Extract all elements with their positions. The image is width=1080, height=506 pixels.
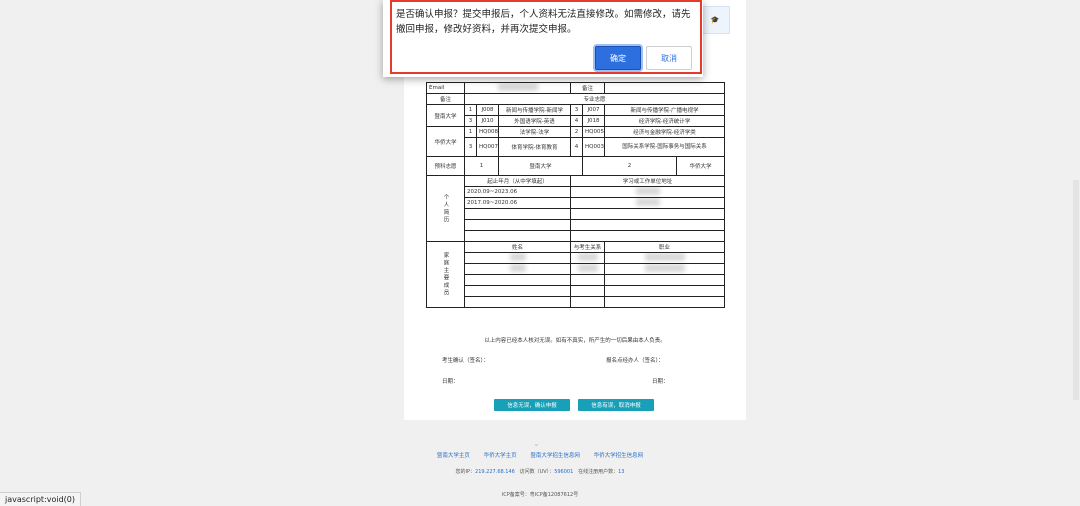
- family-job: [604, 263, 726, 275]
- date-label-right: 日期：: [652, 379, 669, 385]
- resume-address: [569, 197, 726, 209]
- highlight-box: [390, 0, 702, 74]
- resume-period: 2017.09~2020.06: [464, 197, 571, 209]
- withdraw-button[interactable]: 信息有误，取消申报: [578, 399, 654, 411]
- resume-address: [569, 186, 726, 198]
- family-name: [464, 263, 571, 275]
- footer-link[interactable]: 暨南大学主页: [437, 453, 470, 459]
- footer-link[interactable]: 华侨大学招生信息网: [594, 453, 644, 459]
- major-code: HQ003: [581, 137, 606, 157]
- family-col-name: 姓名: [464, 241, 571, 253]
- major-no: 3: [570, 104, 583, 116]
- application-form-table: Email 备注 备注 专业志愿 暨南大学 1 J008 新闻与传播学院-新闻学…: [426, 82, 726, 308]
- major-code: J007: [581, 104, 606, 116]
- footer-link[interactable]: 华侨大学主页: [484, 453, 517, 459]
- school-name: 暨南大学: [426, 104, 465, 127]
- major-code: J010: [476, 115, 499, 127]
- ip-label: 您的IP：: [455, 469, 476, 475]
- major-name: 新闻与传播学院-广播电视学: [604, 104, 726, 116]
- declaration-text: 以上内容已经本人核对无误。如有不真实，所产生的一切后果由本人负责。: [484, 338, 666, 344]
- remark-value: [604, 82, 726, 94]
- major-header: 专业志愿: [463, 93, 726, 105]
- footer-link[interactable]: 暨南大学招生信息网: [530, 453, 580, 459]
- major-code: HQ005: [581, 126, 606, 138]
- online-value: 13: [618, 469, 625, 475]
- online-label: 在线注册用户数：: [578, 469, 619, 475]
- preference-label: 预科志愿: [426, 156, 465, 176]
- major-no: 4: [570, 137, 583, 157]
- major-no: 2: [570, 126, 583, 138]
- declaration-block: 以上内容已经本人核对无误。如有不真实，所产生的一切后果由本人负责。 考生确认（签…: [426, 336, 724, 391]
- header-logo-icon: 🎓: [700, 6, 730, 34]
- email-label: Email: [426, 82, 465, 94]
- major-no: 1: [464, 126, 477, 138]
- candidate-sign-label: 考生确认（签名）：: [442, 358, 489, 364]
- chevron-down-icon: ⌄: [533, 439, 540, 448]
- family-name: [464, 252, 571, 264]
- major-code: J008: [476, 104, 499, 116]
- preference-school: 暨南大学: [498, 156, 583, 176]
- major-no: 3: [464, 115, 477, 127]
- visits-label: 访问数（UV）：: [519, 469, 555, 475]
- family-job: [604, 252, 726, 264]
- preference-school: 华侨大学: [676, 156, 726, 176]
- major-no: 1: [464, 104, 477, 116]
- family-relation: [569, 252, 606, 264]
- date-label-left: 日期：: [442, 379, 459, 385]
- visits-value: 596001: [554, 469, 574, 475]
- major-name: 法学院-法学: [498, 126, 571, 138]
- confirm-submit-button[interactable]: 信息无误，确认申报: [494, 399, 570, 411]
- icp-text: ICP备案号：粤ICP备12087612号: [501, 492, 579, 498]
- status-bar: javascript:void(0): [0, 492, 82, 506]
- scrollbar[interactable]: [1073, 180, 1079, 400]
- resume-period: 2020.09~2023.06: [464, 186, 571, 198]
- major-name: 经济与金融学院-经济学类: [604, 126, 726, 138]
- resume-col-period: 起止年月（从中学填起）: [464, 175, 571, 187]
- footer-links: 暨南大学主页 华侨大学主页 暨南大学招生信息网 华侨大学招生信息网: [0, 451, 1080, 459]
- handler-sign-label: 报名点经办人（签名）：: [606, 358, 664, 364]
- resume-col-address: 学习或工作单位地址: [569, 175, 726, 187]
- family-col-job: 职业: [604, 241, 726, 253]
- ip-value: 219.227.68.146: [475, 469, 515, 475]
- major-name: 新闻与传播学院-新闻学: [498, 104, 571, 116]
- family-side-label: 家庭主要成员: [426, 241, 465, 308]
- school-name: 华侨大学: [426, 126, 465, 157]
- major-code: J018: [581, 115, 606, 127]
- footer-stats: 您的IP：219.227.68.146 访问数（UV）：596001 在线注册用…: [0, 468, 1080, 475]
- major-name: 外国语学院-英语: [498, 115, 571, 127]
- major-code: HQ008: [476, 126, 499, 138]
- family-relation: [569, 263, 606, 275]
- family-col-relation: 与考生关系: [569, 241, 606, 253]
- major-code: HQ007: [476, 137, 499, 157]
- remark-label: 备注: [569, 82, 606, 94]
- resume-side-label: 个人简历: [426, 175, 465, 242]
- major-no: 4: [570, 115, 583, 127]
- note-label: 备注: [426, 93, 465, 105]
- major-name: 体育学院-体育教育: [498, 137, 571, 157]
- preference-no: 1: [464, 156, 499, 176]
- major-name: 经济学院-经济统计学: [604, 115, 726, 127]
- major-name: 国际关系学院-国际事务与国际关系: [604, 137, 726, 157]
- preference-no: 2: [581, 156, 678, 176]
- major-no: 3: [464, 137, 477, 157]
- email-value: [464, 82, 571, 94]
